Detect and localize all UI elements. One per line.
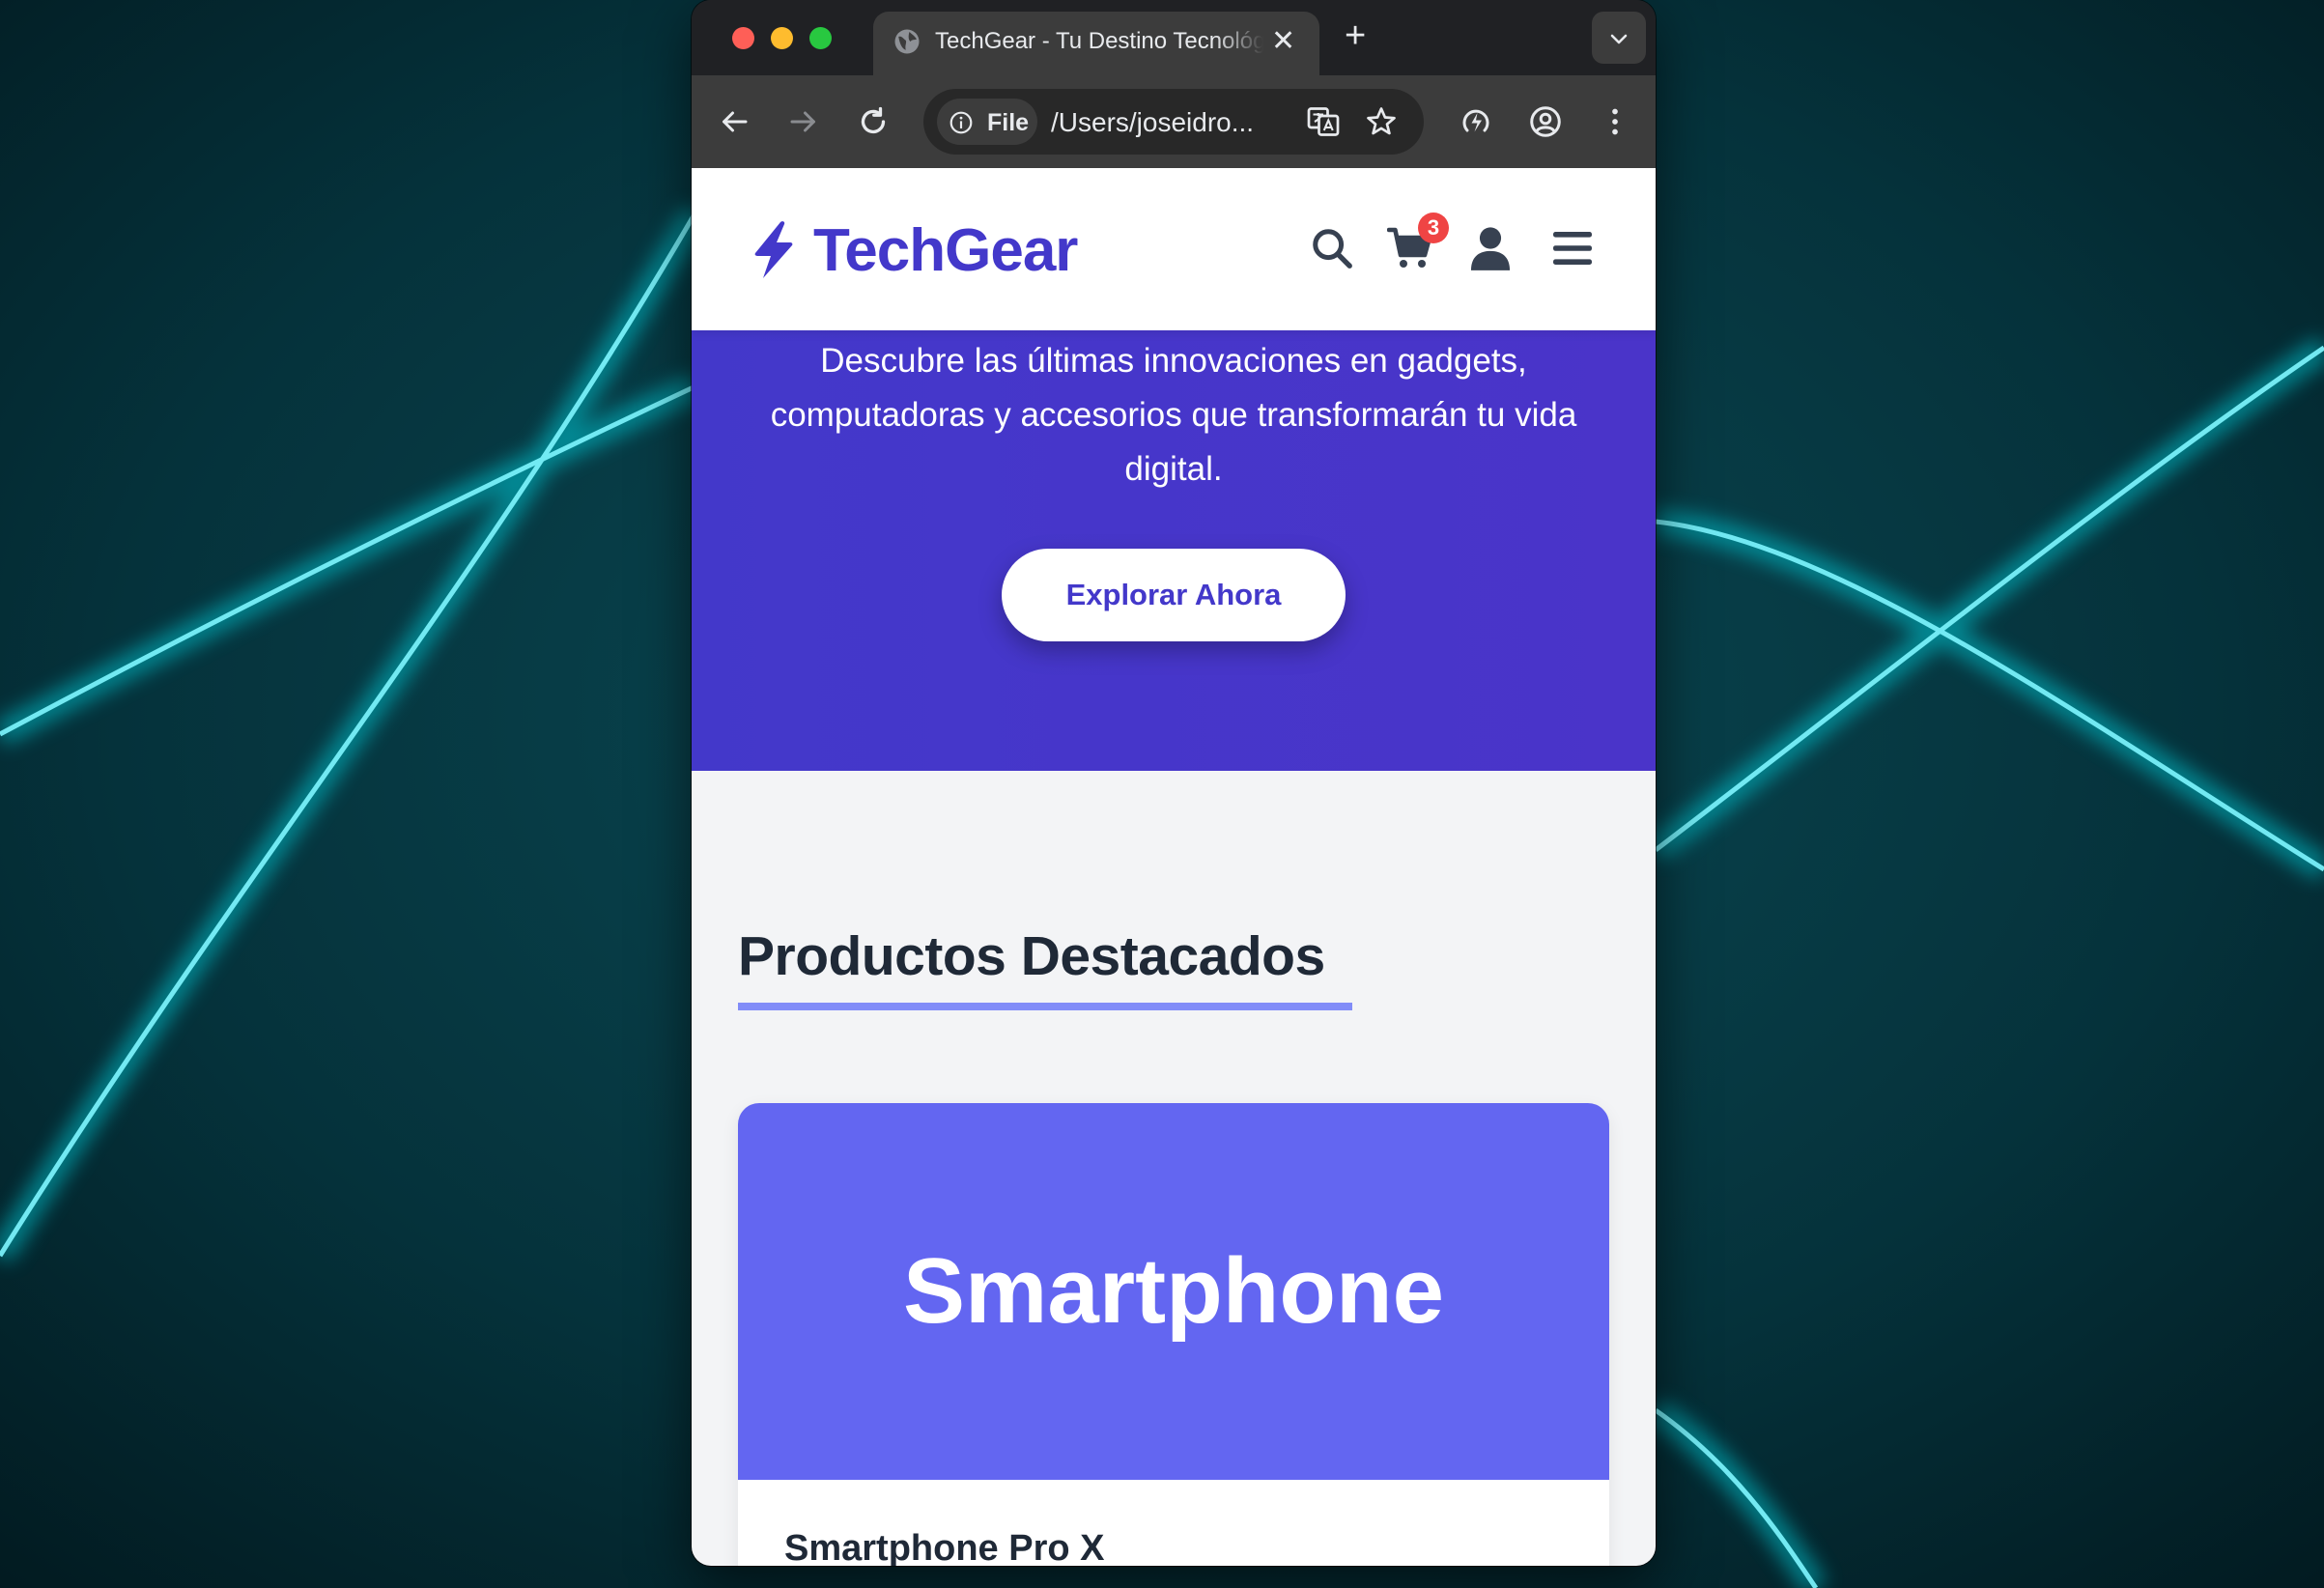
product-image-label: Smartphone	[902, 1239, 1445, 1343]
tab-close-icon[interactable]: ✕	[1271, 27, 1295, 56]
explore-now-button[interactable]: Explorar Ahora	[1002, 549, 1346, 641]
site-header: TechGear 3	[692, 168, 1656, 330]
featured-products-title: Productos Destacados	[738, 925, 1325, 987]
cart-count-badge: 3	[1418, 213, 1449, 243]
performance-icon[interactable]	[1459, 104, 1493, 139]
forward-arrow-icon[interactable]	[786, 104, 821, 139]
bookmark-star-icon[interactable]	[1364, 104, 1399, 139]
search-icon[interactable]	[1310, 226, 1354, 270]
tab-bar: TechGear - Tu Destino Tecnológico ✕ +	[692, 0, 1656, 75]
translate-icon[interactable]	[1306, 104, 1341, 139]
page-viewport: TechGear 3 Descubre las últimas innovaci…	[692, 168, 1656, 1566]
menu-icon[interactable]	[1553, 226, 1592, 270]
window-close-button[interactable]	[732, 27, 754, 49]
product-name[interactable]: Smartphone Pro X	[784, 1528, 1105, 1566]
url-text[interactable]: /Users/joseidro...	[1051, 107, 1273, 138]
site-info-chip[interactable]: File	[937, 99, 1037, 145]
title-underline	[738, 1003, 1352, 1010]
browser-window: TechGear - Tu Destino Tecnológico ✕ + Fi…	[692, 0, 1656, 1566]
browser-toolbar: File /Users/joseidro...	[692, 75, 1656, 168]
new-tab-button[interactable]: +	[1345, 17, 1366, 54]
product-image[interactable]: Smartphone	[738, 1103, 1609, 1480]
brand-name: TechGear	[813, 217, 1078, 284]
hero-description: Descubre las últimas innovaciones en gad…	[770, 342, 1577, 488]
tab-search-button[interactable]	[1592, 12, 1646, 64]
back-arrow-icon[interactable]	[717, 104, 751, 139]
browser-tab[interactable]: TechGear - Tu Destino Tecnológico ✕	[873, 12, 1319, 75]
info-icon	[949, 111, 973, 134]
site-info-label: File	[987, 109, 1030, 136]
window-maximize-button[interactable]	[809, 27, 832, 49]
address-bar[interactable]: File /Users/joseidro...	[923, 89, 1424, 155]
product-card[interactable]: Smartphone Smartphone Pro X	[738, 1103, 1609, 1566]
kebab-menu-icon[interactable]	[1598, 104, 1632, 139]
reload-icon[interactable]	[856, 104, 891, 139]
window-minimize-button[interactable]	[771, 27, 793, 49]
globe-icon	[894, 29, 920, 54]
profile-icon[interactable]	[1528, 104, 1563, 139]
chevron-down-icon	[1610, 34, 1628, 44]
hero-section: Descubre las últimas innovaciones en gad…	[692, 330, 1656, 771]
lightning-icon	[754, 221, 793, 278]
user-icon[interactable]	[1470, 226, 1511, 270]
tab-title: TechGear - Tu Destino Tecnológico	[935, 28, 1263, 54]
